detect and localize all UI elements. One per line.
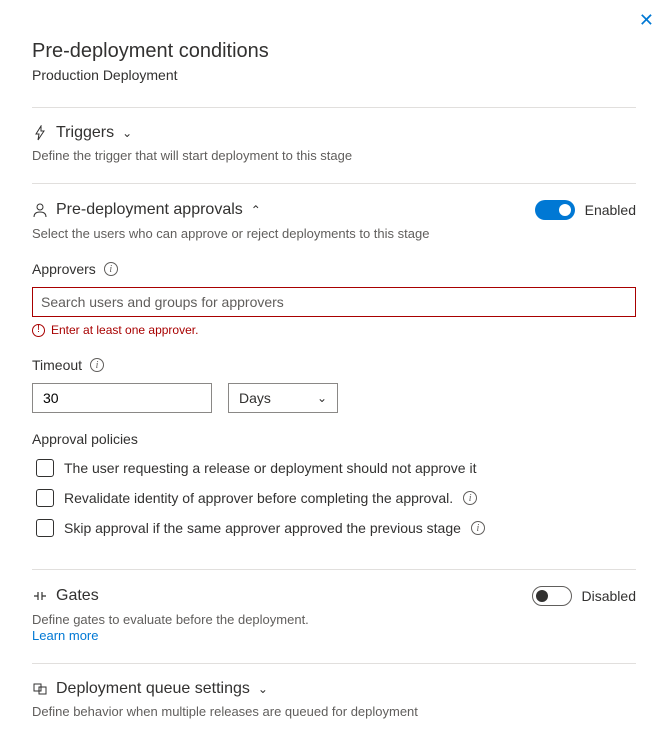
timeout-label: Timeout bbox=[32, 357, 82, 373]
queue-section: Deployment queue settings ⌄ Define behav… bbox=[32, 663, 636, 739]
page-subtitle: Production Deployment bbox=[32, 67, 636, 83]
gates-desc: Define gates to evaluate before the depl… bbox=[32, 612, 636, 627]
policy-row: Skip approval if the same approver appro… bbox=[32, 519, 636, 537]
approvals-section: Pre-deployment approvals ⌃ Enabled Selec… bbox=[32, 183, 636, 569]
approvals-desc: Select the users who can approve or reje… bbox=[32, 226, 636, 241]
chevron-down-icon: ⌄ bbox=[258, 682, 268, 696]
chevron-down-icon: ⌄ bbox=[122, 126, 132, 140]
timeout-value-input[interactable] bbox=[32, 383, 212, 413]
info-icon[interactable]: i bbox=[104, 262, 118, 276]
approvals-title: Pre-deployment approvals bbox=[56, 201, 243, 219]
gates-icon bbox=[32, 588, 48, 604]
approvers-label: Approvers bbox=[32, 261, 96, 277]
policy-label: Skip approval if the same approver appro… bbox=[64, 520, 461, 536]
policies-title: Approval policies bbox=[32, 431, 636, 447]
policy-checkbox-2[interactable] bbox=[36, 519, 54, 537]
approvers-error: ! Enter at least one approver. bbox=[32, 323, 636, 337]
chevron-down-icon: ⌄ bbox=[317, 391, 327, 405]
trigger-icon bbox=[32, 125, 48, 141]
chevron-up-icon: ⌃ bbox=[251, 203, 261, 217]
close-button[interactable]: ✕ bbox=[639, 10, 654, 31]
queue-icon bbox=[32, 681, 48, 697]
policy-checkbox-1[interactable] bbox=[36, 489, 54, 507]
policy-row: The user requesting a release or deploym… bbox=[32, 459, 636, 477]
policy-checkbox-0[interactable] bbox=[36, 459, 54, 477]
info-icon[interactable]: i bbox=[471, 521, 485, 535]
gates-title: Gates bbox=[56, 587, 99, 605]
error-icon: ! bbox=[32, 324, 45, 337]
approvers-search-input[interactable] bbox=[32, 287, 636, 317]
approvals-toggle-label: Enabled bbox=[585, 202, 636, 218]
info-icon[interactable]: i bbox=[463, 491, 477, 505]
queue-title: Deployment queue settings bbox=[56, 680, 250, 698]
queue-desc: Define behavior when multiple releases a… bbox=[32, 704, 636, 719]
queue-header[interactable]: Deployment queue settings ⌄ bbox=[32, 680, 268, 698]
approvals-header[interactable]: Pre-deployment approvals ⌃ bbox=[32, 201, 261, 219]
timeout-unit-value: Days bbox=[239, 390, 271, 406]
policy-row: Revalidate identity of approver before c… bbox=[32, 489, 636, 507]
gates-section: Gates Disabled Define gates to evaluate … bbox=[32, 569, 636, 663]
gates-toggle[interactable] bbox=[532, 586, 572, 606]
gates-learn-more-link[interactable]: Learn more bbox=[32, 628, 98, 643]
triggers-header[interactable]: Triggers ⌄ bbox=[32, 124, 132, 142]
policy-label: The user requesting a release or deploym… bbox=[64, 460, 476, 476]
info-icon[interactable]: i bbox=[90, 358, 104, 372]
person-icon bbox=[32, 202, 48, 218]
approvals-toggle[interactable] bbox=[535, 200, 575, 220]
policy-label: Revalidate identity of approver before c… bbox=[64, 490, 453, 506]
gates-toggle-label: Disabled bbox=[582, 588, 636, 604]
approvers-error-text: Enter at least one approver. bbox=[51, 323, 198, 337]
gates-header[interactable]: Gates bbox=[32, 587, 99, 605]
triggers-section: Triggers ⌄ Define the trigger that will … bbox=[32, 107, 636, 183]
triggers-title: Triggers bbox=[56, 124, 114, 142]
page-title: Pre-deployment conditions bbox=[32, 40, 636, 63]
triggers-desc: Define the trigger that will start deplo… bbox=[32, 148, 636, 163]
timeout-unit-select[interactable]: Days ⌄ bbox=[228, 383, 338, 413]
